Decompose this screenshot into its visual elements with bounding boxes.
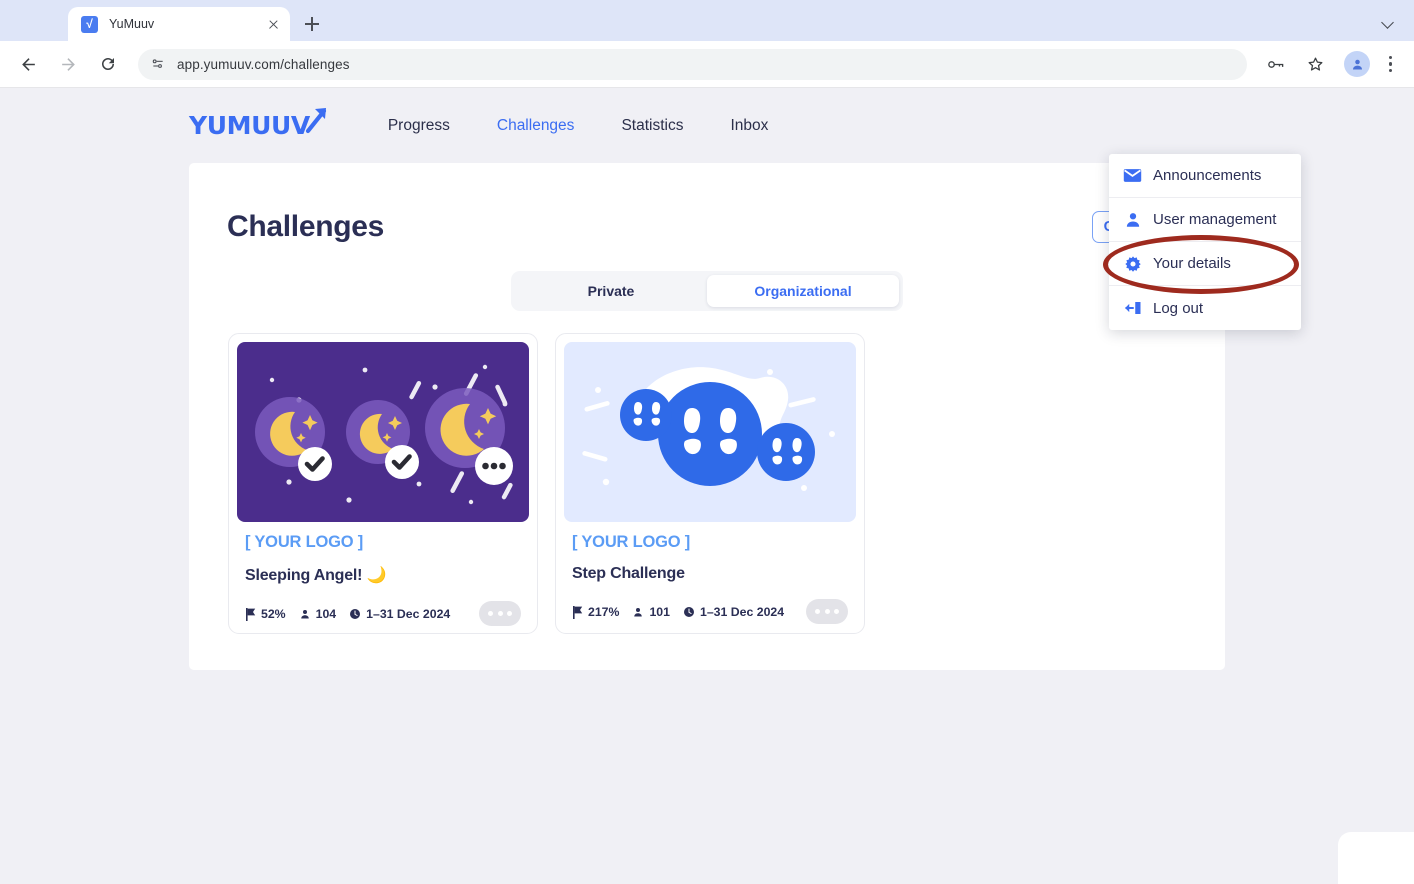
- browser-toolbar: app.yumuuv.com/challenges: [0, 41, 1414, 88]
- nav-item-statistics[interactable]: Statistics: [621, 117, 683, 135]
- challenge-type-tabs: Private Organizational: [189, 271, 1225, 311]
- browser-window: √ YuMuuv app.yumuuv.com/challenges YUMUU…: [0, 0, 1414, 884]
- menu-item-user-management[interactable]: User management: [1109, 198, 1301, 242]
- tab-organizational[interactable]: Organizational: [707, 275, 899, 307]
- menu-item-your-details[interactable]: Your details: [1109, 242, 1301, 286]
- nav-item-challenges[interactable]: Challenges: [497, 117, 575, 135]
- favicon-icon: √: [81, 15, 98, 33]
- tab-title: YuMuuv: [109, 17, 155, 31]
- clock-icon: [350, 609, 361, 619]
- logout-icon: [1123, 300, 1142, 316]
- yumuuv-logo[interactable]: YUMUUV: [189, 108, 326, 140]
- clock-icon: [683, 607, 694, 617]
- card-progress: 52%: [245, 607, 286, 621]
- card-logo-label: [ YOUR LOGO ]: [572, 533, 691, 551]
- envelope-icon: [1123, 168, 1142, 183]
- card-more-options-button[interactable]: [479, 601, 521, 626]
- card-participants: 101: [632, 605, 670, 619]
- chat-widget[interactable]: [1338, 832, 1414, 884]
- profile-avatar-icon[interactable]: [1344, 51, 1370, 77]
- forward-arrow-icon[interactable]: [51, 47, 85, 81]
- menu-item-log-out[interactable]: Log out: [1109, 286, 1301, 330]
- menu-item-announcements[interactable]: Announcements: [1109, 154, 1301, 198]
- person-icon: [300, 609, 309, 618]
- nav-item-inbox[interactable]: Inbox: [730, 117, 768, 135]
- site-settings-icon: [152, 59, 163, 68]
- page-viewport: YUMUUV Progress Challenges Statistics In…: [0, 88, 1414, 884]
- card-title: Sleeping Angel! 🌙: [245, 567, 387, 584]
- gear-icon: [1123, 255, 1142, 273]
- menu-label: User management: [1153, 211, 1277, 228]
- flag-icon: [573, 605, 583, 619]
- logo-text: YUMUUV: [189, 111, 310, 140]
- chevron-down-icon[interactable]: [1376, 9, 1402, 35]
- close-icon[interactable]: [265, 16, 282, 33]
- card-more-options-button[interactable]: [806, 599, 848, 624]
- reload-icon[interactable]: [91, 47, 125, 81]
- person-icon: [634, 607, 643, 616]
- account-dropdown-menu: Announcements User management Your detai…: [1109, 154, 1301, 330]
- key-icon[interactable]: [1258, 47, 1292, 81]
- plus-icon[interactable]: [298, 10, 326, 38]
- nav-item-progress[interactable]: Progress: [388, 117, 450, 135]
- card-meta-row: 217% 101 1–31 Dec 2024: [572, 599, 848, 631]
- menu-label: Announcements: [1153, 167, 1262, 184]
- card-meta-row: 52% 104 1–31 Dec 2024: [245, 601, 521, 633]
- back-arrow-icon[interactable]: [11, 47, 45, 81]
- url-text: app.yumuuv.com/challenges: [177, 56, 350, 72]
- card-title: Step Challenge: [572, 565, 685, 582]
- tab-private[interactable]: Private: [515, 275, 707, 307]
- panel-header: Challenges Current: [189, 163, 1225, 244]
- card-logo-label: [ YOUR LOGO ]: [245, 533, 364, 551]
- challenge-card[interactable]: [ YOUR LOGO ] Sleeping Angel! 🌙 52% 104: [228, 333, 538, 634]
- browser-tab[interactable]: √ YuMuuv: [68, 7, 290, 41]
- star-icon[interactable]: [1298, 47, 1332, 81]
- app-navbar: YUMUUV Progress Challenges Statistics In…: [0, 88, 1414, 163]
- menu-label: Log out: [1153, 299, 1204, 317]
- content-panel: Challenges Current Private Organizationa…: [189, 163, 1225, 670]
- card-progress: 217%: [572, 605, 619, 619]
- person-icon: [1123, 211, 1142, 229]
- challenge-cover-image: [237, 342, 529, 522]
- menu-label: Your details: [1153, 255, 1231, 272]
- tab-strip: √ YuMuuv: [0, 0, 1414, 41]
- nav-links: Progress Challenges Statistics Inbox: [388, 117, 816, 135]
- three-dot-menu-icon[interactable]: [1378, 49, 1404, 79]
- address-bar[interactable]: app.yumuuv.com/challenges: [138, 48, 1247, 80]
- challenge-cover-image: [564, 342, 856, 522]
- card-participants: 104: [299, 607, 336, 621]
- logo-arrow-icon: [305, 108, 326, 134]
- page-title: Challenges: [227, 210, 385, 243]
- challenge-card-list: [ YOUR LOGO ] Sleeping Angel! 🌙 52% 104: [189, 311, 1225, 634]
- card-dates: 1–31 Dec 2024: [683, 605, 784, 619]
- card-dates: 1–31 Dec 2024: [349, 607, 450, 621]
- flag-icon: [246, 607, 256, 621]
- challenge-card[interactable]: [ YOUR LOGO ] Step Challenge 217% 101 1–…: [555, 333, 865, 634]
